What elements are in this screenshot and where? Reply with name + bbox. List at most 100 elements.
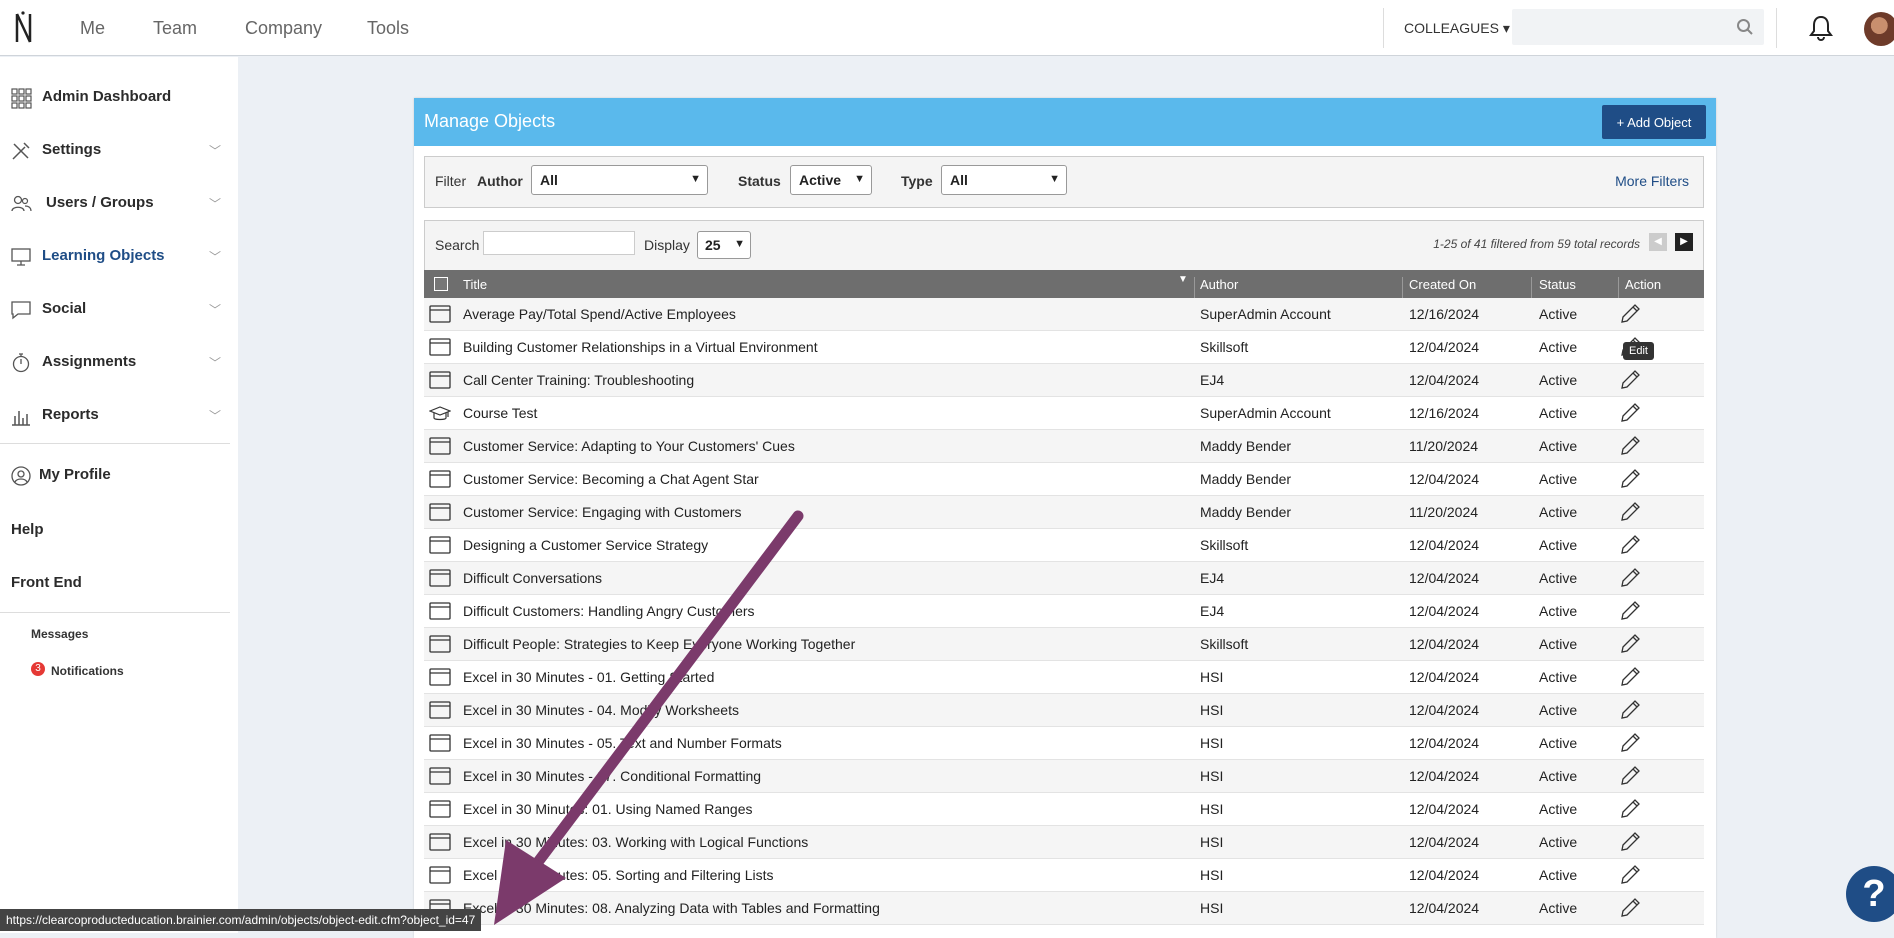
table-row[interactable]: Excel in 30 Minutes: 01. Using Named Ran… bbox=[424, 793, 1704, 826]
edit-pencil-icon[interactable] bbox=[1619, 468, 1641, 490]
nav-tools[interactable]: Tools bbox=[367, 18, 409, 39]
edit-pencil-icon[interactable] bbox=[1619, 732, 1641, 754]
row-title[interactable]: Difficult Conversations bbox=[463, 570, 602, 586]
search-icon[interactable] bbox=[1736, 18, 1754, 36]
row-title[interactable]: Building Customer Relationships in a Vir… bbox=[463, 339, 818, 355]
column-header-created-on[interactable]: Created On bbox=[1409, 277, 1476, 292]
row-title[interactable]: Customer Service: Adapting to Your Custo… bbox=[463, 438, 795, 454]
edit-pencil-icon[interactable] bbox=[1619, 798, 1641, 820]
table-row[interactable]: Difficult People: Strategies to Keep Eve… bbox=[424, 628, 1704, 661]
sidebar-item-reports[interactable]: Reports ﹀ bbox=[0, 395, 238, 435]
chevron-down-icon[interactable]: ﹀ bbox=[209, 142, 221, 159]
row-title[interactable]: Excel in 30 Minutes - 01. Getting Starte… bbox=[463, 669, 714, 685]
row-title[interactable]: Difficult Customers: Handling Angry Cust… bbox=[463, 603, 755, 619]
chevron-down-icon[interactable]: ﹀ bbox=[209, 407, 221, 424]
table-row[interactable]: Excel in 30 Minutes - 07. Conditional Fo… bbox=[424, 760, 1704, 793]
display-count-select[interactable]: 25 ▼ bbox=[697, 231, 751, 259]
edit-pencil-icon[interactable] bbox=[1619, 831, 1641, 853]
row-title[interactable]: Excel in 30 Minutes: 08. Analyzing Data … bbox=[463, 900, 880, 916]
edit-pencil-icon[interactable] bbox=[1619, 435, 1641, 457]
table-row[interactable]: Building Customer Relationships in a Vir… bbox=[424, 331, 1704, 364]
sidebar-item-settings[interactable]: Settings ﹀ bbox=[0, 130, 238, 170]
nav-me[interactable]: Me bbox=[80, 18, 105, 39]
help-button[interactable]: ? bbox=[1846, 866, 1894, 922]
edit-pencil-icon[interactable] bbox=[1619, 864, 1641, 886]
chevron-down-icon[interactable]: ﹀ bbox=[209, 195, 221, 212]
sidebar-item-learning-objects[interactable]: Learning Objects ﹀ bbox=[0, 236, 238, 276]
table-row[interactable]: Excel in 30 Minutes: 08. Analyzing Data … bbox=[424, 892, 1704, 925]
chevron-down-icon[interactable]: ﹀ bbox=[209, 248, 221, 265]
table-row[interactable]: Customer Service: Adapting to Your Custo… bbox=[424, 430, 1704, 463]
chevron-down-icon[interactable]: ﹀ bbox=[209, 354, 221, 371]
edit-pencil-icon[interactable] bbox=[1619, 303, 1641, 325]
edit-pencil-icon[interactable] bbox=[1619, 765, 1641, 787]
sidebar-item-messages[interactable]: Messages bbox=[31, 627, 88, 641]
row-title[interactable]: Excel in 30 Minutes: 01. Using Named Ran… bbox=[463, 801, 752, 817]
column-header-title[interactable]: Title bbox=[463, 277, 487, 292]
sidebar-item-notifications[interactable]: Notifications bbox=[51, 664, 124, 678]
add-object-button[interactable]: + Add Object bbox=[1602, 105, 1706, 139]
avatar[interactable] bbox=[1864, 12, 1894, 46]
nav-team[interactable]: Team bbox=[153, 18, 197, 39]
table-row[interactable]: Call Center Training: Troubleshooting EJ4… bbox=[424, 364, 1704, 397]
chevron-down-icon[interactable]: ﹀ bbox=[209, 301, 221, 318]
table-row[interactable]: Excel in 30 Minutes - 04. Modify Workshe… bbox=[424, 694, 1704, 727]
table-row[interactable]: Customer Service: Becoming a Chat Agent … bbox=[424, 463, 1704, 496]
edit-pencil-icon[interactable] bbox=[1619, 534, 1641, 556]
row-title[interactable]: Customer Service: Engaging with Customer… bbox=[463, 504, 742, 520]
sort-caret-icon[interactable]: ▼ bbox=[1178, 274, 1188, 285]
edit-pencil-icon[interactable] bbox=[1619, 633, 1641, 655]
row-title[interactable]: Average Pay/Total Spend/Active Employees bbox=[463, 306, 736, 322]
table-row[interactable]: Designing a Customer Service Strategy Ski… bbox=[424, 529, 1704, 562]
sidebar-item-my-profile[interactable]: My Profile bbox=[0, 455, 238, 495]
column-header-author[interactable]: Author bbox=[1200, 277, 1238, 292]
sidebar-item-social[interactable]: Social ﹀ bbox=[0, 289, 238, 329]
status-select[interactable]: Active ▼ bbox=[790, 165, 872, 195]
row-title[interactable]: Excel in 30 Minutes - 05. Text and Numbe… bbox=[463, 735, 782, 751]
table-row[interactable]: Difficult Conversations EJ4 12/04/2024 Acti… bbox=[424, 562, 1704, 595]
table-search-input[interactable] bbox=[483, 231, 635, 255]
search-input[interactable] bbox=[1512, 9, 1764, 45]
sidebar-item-help[interactable]: Help bbox=[11, 521, 44, 538]
edit-pencil-icon[interactable] bbox=[1619, 666, 1641, 688]
sidebar-item-assignments[interactable]: Assignments ﹀ bbox=[0, 342, 238, 382]
sidebar-item-front-end[interactable]: Front End bbox=[11, 574, 82, 591]
author-select[interactable]: All ▼ bbox=[531, 165, 708, 195]
row-title[interactable]: Customer Service: Becoming a Chat Agent … bbox=[463, 471, 759, 487]
row-title[interactable]: Course Test bbox=[463, 405, 537, 421]
bell-icon[interactable] bbox=[1808, 14, 1834, 42]
edit-pencil-icon[interactable] bbox=[1619, 600, 1641, 622]
table-row[interactable]: Excel in 30 Minutes - 05. Text and Numbe… bbox=[424, 727, 1704, 760]
table-row[interactable]: Average Pay/Total Spend/Active Employees… bbox=[424, 298, 1704, 331]
row-title[interactable]: Designing a Customer Service Strategy bbox=[463, 537, 708, 553]
more-filters-link[interactable]: More Filters bbox=[1615, 173, 1689, 189]
edit-pencil-icon[interactable] bbox=[1619, 369, 1641, 391]
edit-pencil-icon[interactable] bbox=[1619, 567, 1641, 589]
row-title[interactable]: Excel in 30 Minutes: 05. Sorting and Fil… bbox=[463, 867, 774, 883]
row-title[interactable]: Excel in 30 Minutes - 04. Modify Workshe… bbox=[463, 702, 739, 718]
row-title[interactable]: Excel in 30 Minutes - 07. Conditional Fo… bbox=[463, 768, 761, 784]
edit-pencil-icon[interactable] bbox=[1619, 501, 1641, 523]
table-row[interactable]: Excel in 30 Minutes: 03. Working with Lo… bbox=[424, 826, 1704, 859]
row-title[interactable]: Excel in 30 Minutes: 03. Working with Lo… bbox=[463, 834, 808, 850]
table-row[interactable]: Course Test SuperAdmin Account 12/16/2024 A… bbox=[424, 397, 1704, 430]
nav-company[interactable]: Company bbox=[245, 18, 322, 39]
edit-pencil-icon[interactable] bbox=[1619, 402, 1641, 424]
select-all-checkbox[interactable] bbox=[434, 277, 448, 291]
edit-pencil-icon[interactable] bbox=[1619, 699, 1641, 721]
type-select[interactable]: All ▼ bbox=[941, 165, 1067, 195]
table-row[interactable]: Excel in 30 Minutes - 01. Getting Starte… bbox=[424, 661, 1704, 694]
edit-pencil-icon[interactable] bbox=[1619, 897, 1641, 919]
sidebar-item-admin-dashboard[interactable]: Admin Dashboard bbox=[0, 77, 238, 117]
next-page-button[interactable]: ▶ bbox=[1675, 233, 1693, 251]
row-title[interactable]: Call Center Training: Troubleshooting bbox=[463, 372, 694, 388]
brand-logo-icon[interactable] bbox=[14, 10, 34, 46]
colleagues-dropdown[interactable]: COLLEAGUES ▾ bbox=[1404, 20, 1510, 37]
prev-page-button[interactable]: ◀ bbox=[1649, 233, 1667, 251]
table-row[interactable]: Difficult Customers: Handling Angry Cust… bbox=[424, 595, 1704, 628]
sidebar-item-users-groups[interactable]: Users / Groups ﹀ bbox=[0, 183, 238, 223]
row-title[interactable]: Difficult People: Strategies to Keep Eve… bbox=[463, 636, 855, 652]
table-row[interactable]: Customer Service: Engaging with Customer… bbox=[424, 496, 1704, 529]
table-row[interactable]: Excel in 30 Minutes: 05. Sorting and Fil… bbox=[424, 859, 1704, 892]
column-header-status[interactable]: Status bbox=[1539, 277, 1576, 292]
